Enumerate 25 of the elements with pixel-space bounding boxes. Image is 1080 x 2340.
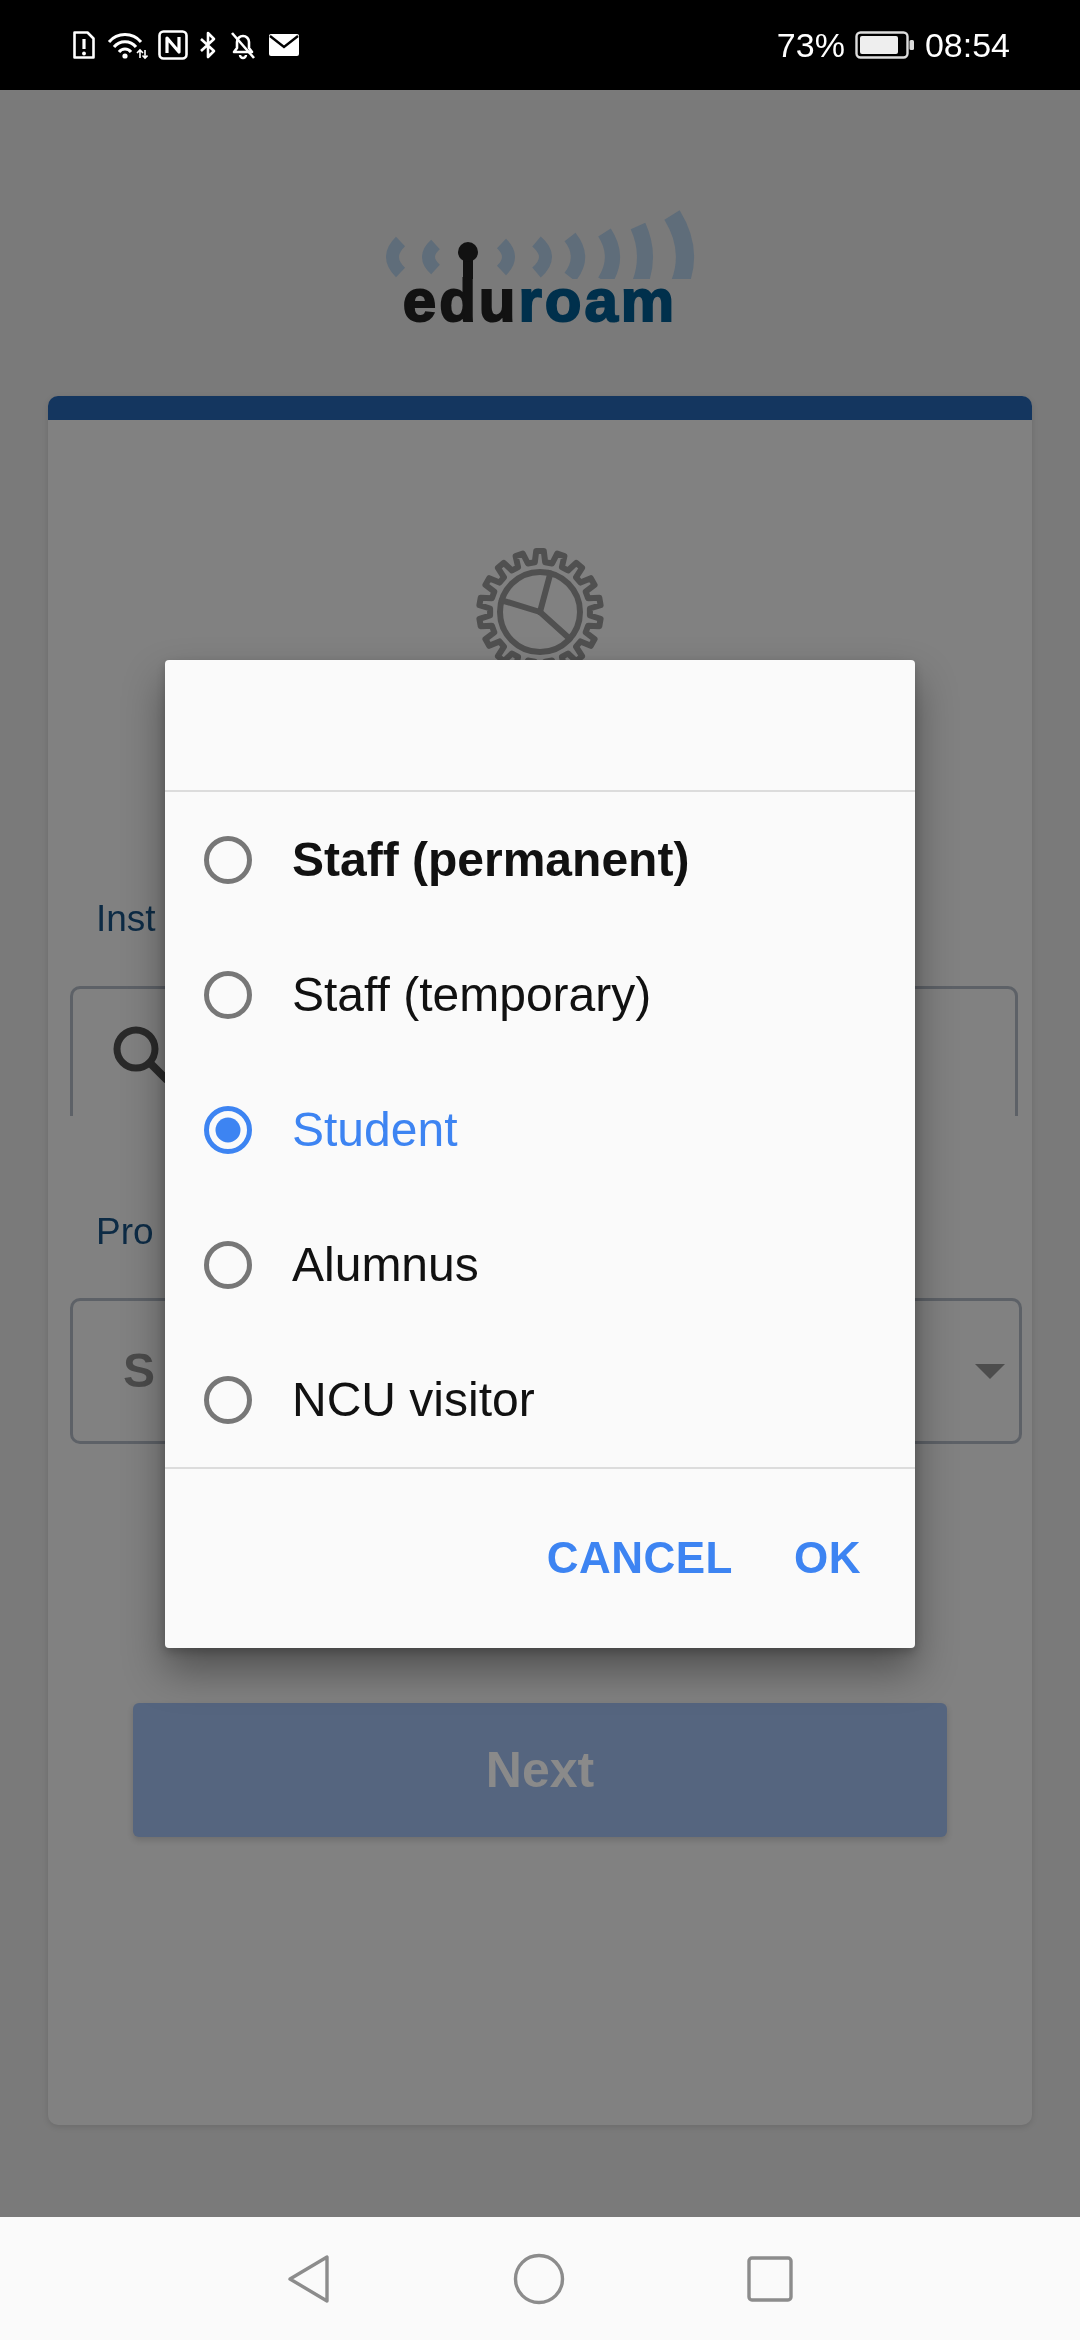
logo-text: eduroam [402,279,678,323]
option-label[interactable]: Staff (temporary) [292,958,652,1031]
radio-button[interactable] [204,1375,252,1424]
nfc-icon [158,30,188,60]
bluetooth-icon [198,30,218,60]
radio-button[interactable] [204,1105,252,1154]
envelope-icon [268,32,300,58]
option-label[interactable]: Staff (permanent) [292,823,690,896]
radio-button[interactable] [204,1240,252,1289]
back-icon[interactable] [287,2253,331,2304]
field-label: Inst [96,897,156,941]
radio-button[interactable] [204,970,252,1019]
option-label[interactable]: NCU visitor [292,1363,535,1436]
radio-button[interactable] [204,835,252,884]
sim-alert-icon [72,30,96,60]
bell-off-icon [228,30,258,60]
battery-percentage: 73% [776,24,845,66]
home-icon[interactable] [513,2252,565,2305]
field-label: Pro [96,1210,154,1254]
battery-icon [854,31,915,59]
option-label[interactable]: Alumnus [292,1228,479,1301]
wifi-icon [106,30,148,60]
clock-time: 08:54 [924,24,1010,66]
caret-down-icon [975,1363,1005,1379]
recents-icon[interactable] [747,2255,793,2302]
